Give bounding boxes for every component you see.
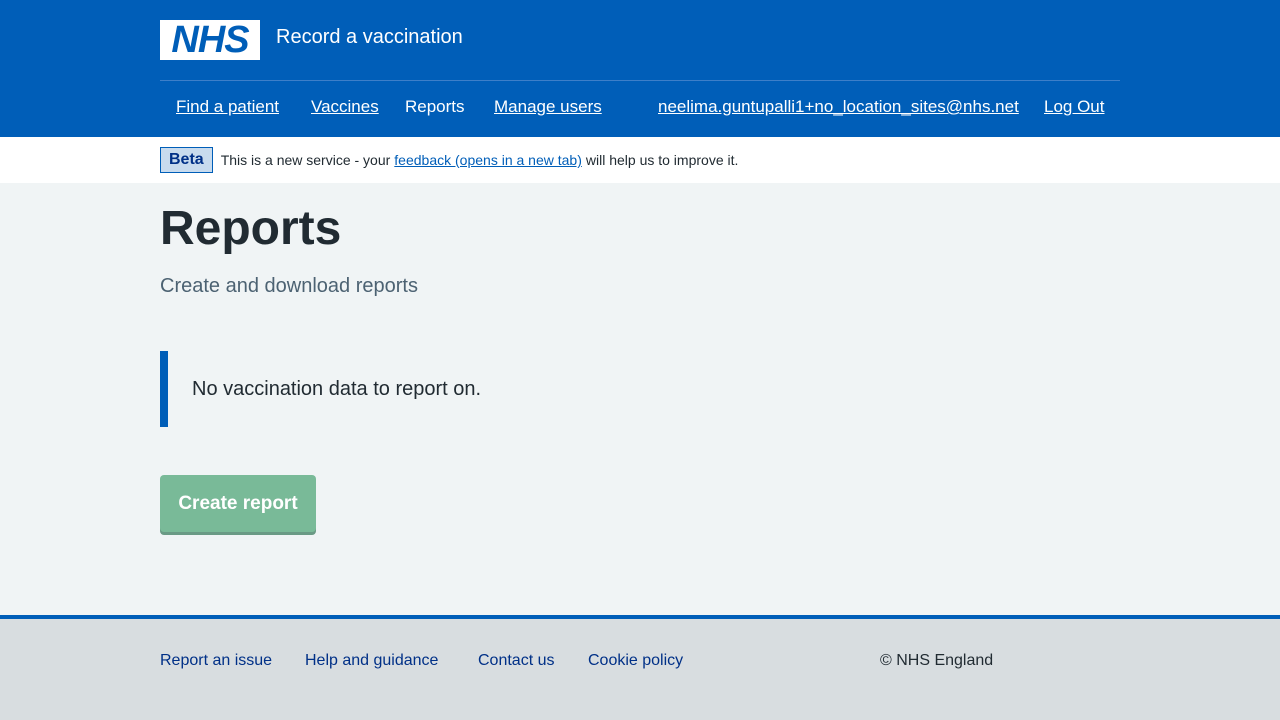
phase-banner: Beta This is a new service - your feedba… — [0, 137, 1280, 183]
service-name[interactable]: Record a vaccination — [276, 26, 463, 49]
site-footer: Report an issue Help and guidance Contac… — [0, 615, 1280, 720]
nav-vaccines[interactable]: Vaccines — [311, 97, 379, 117]
phase-text-after: will help us to improve it. — [585, 152, 739, 168]
main-content: Reports Create and download reports No v… — [160, 183, 1120, 615]
create-report-button[interactable]: Create report — [160, 475, 316, 532]
nav-reports[interactable]: Reports — [405, 97, 465, 117]
feedback-link[interactable]: feedback (opens in a new tab) — [394, 152, 582, 168]
beta-tag: Beta — [160, 147, 213, 173]
nav-divider — [160, 80, 1120, 81]
page-title: Reports — [160, 202, 342, 255]
inset-text: No vaccination data to report on. — [160, 351, 481, 427]
footer-link-report-issue[interactable]: Report an issue — [160, 652, 272, 670]
nav-find-patient[interactable]: Find a patient — [176, 97, 279, 117]
primary-nav: Find a patient Vaccines Reports Manage u… — [160, 97, 1120, 121]
phase-text-before: This is a new service - your — [220, 152, 391, 168]
nhs-logo[interactable]: NHS — [160, 20, 260, 60]
copyright: © NHS England — [880, 652, 994, 669]
nav-log-out[interactable]: Log Out — [1044, 97, 1105, 117]
nhs-logo-text: NHS — [171, 19, 249, 61]
nav-manage-users[interactable]: Manage users — [494, 97, 602, 117]
nav-user-email[interactable]: neelima.guntupalli1+no_location_sites@nh… — [658, 97, 1019, 117]
site-header: NHS Record a vaccination Find a patient … — [0, 0, 1280, 137]
footer-link-help[interactable]: Help and guidance — [305, 652, 438, 670]
footer-link-contact[interactable]: Contact us — [478, 652, 554, 670]
footer-link-cookie[interactable]: Cookie policy — [588, 652, 683, 670]
page-subtitle: Create and download reports — [160, 275, 418, 297]
inset-message: No vaccination data to report on. — [192, 377, 482, 400]
